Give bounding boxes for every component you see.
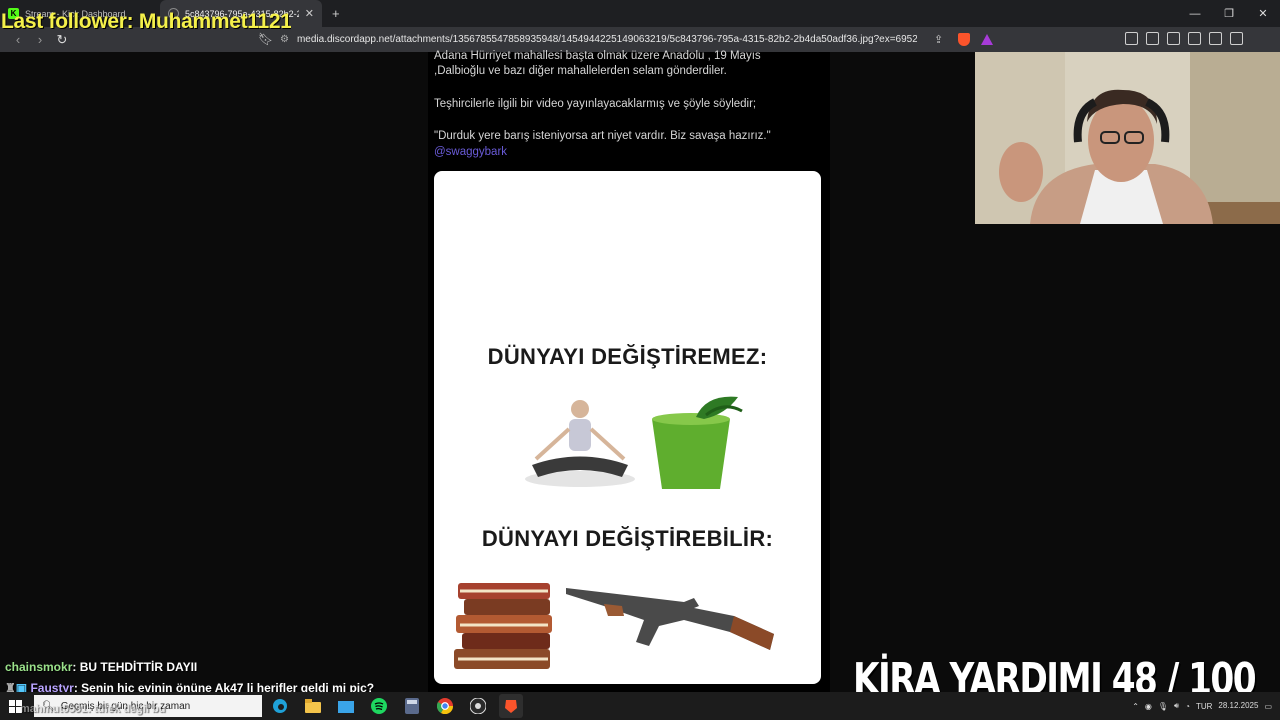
tweet-line: Adana Hürriyet mahallesi başta olmak üze… [434,50,761,62]
window-controls: — ❐ ✕ [1178,0,1280,27]
url-text: media.discordapp.net/attachments/1356785… [296,34,917,45]
chat-message: mahmut0591: tüfek değil bu [20,703,166,715]
brave-icon[interactable] [499,694,523,718]
meme-heading: DÜNYAYI DEĞİŞTİREBİLİR: [481,526,774,551]
browser-toolbar [1125,32,1243,45]
bookmark-icon[interactable]: 🔖︎ [258,32,273,46]
tweet-handle: @swaggybark [434,146,508,158]
obs-icon[interactable] [466,694,490,718]
close-tab-icon[interactable]: ✕ [305,7,314,20]
store-icon[interactable] [334,694,358,718]
chevron-up-icon[interactable]: ⌃ [1132,702,1139,711]
network-icon[interactable]: ◉ [1145,702,1152,711]
tweet-line: Teşhircilerle ilgili bir video yayınlaya… [434,98,757,110]
green-smoothie-illustration [652,396,743,489]
chat-username[interactable]: chainsmokr [5,660,72,674]
meme-heading: DÜNYAYI DEĞİŞTİREMEZ: [487,344,768,369]
spotify-icon[interactable] [367,694,391,718]
rifle-illustration [566,588,774,650]
webcam-feed [975,52,1280,224]
new-tab-button[interactable]: + [332,6,340,21]
wallet-icon[interactable] [1146,32,1159,45]
tweet-line: ,Dalbioğlu ve bazı diğer mahallelerden s… [434,65,727,77]
extensions-icon[interactable] [1125,32,1138,45]
close-window-button[interactable]: ✕ [1246,0,1280,27]
books-illustration [454,583,552,669]
wifi-icon[interactable]: ◔ [1185,702,1190,711]
minimize-button[interactable]: — [1178,0,1212,27]
site-info-icon[interactable]: ⚙ [280,34,289,45]
last-follower-overlay: Last follower: Muhammet1121 [1,10,291,33]
taskbar-apps [268,694,523,718]
tweet-line: "Durduk yere barış isteniyorsa art niyet… [434,130,771,142]
chat-username[interactable]: mahmut0591 [20,703,87,715]
edge-icon[interactable] [268,694,292,718]
chat-text: BU TEHDİTTİR DAYII [79,660,198,674]
brave-shield-icon[interactable] [958,33,970,46]
restore-button[interactable]: ❐ [1212,0,1246,27]
lang-indicator[interactable]: TUR [1196,702,1212,711]
leo-icon[interactable] [1188,32,1201,45]
chat-message: chainsmokr: BU TEHDİTTİR DAYII [5,660,198,674]
date-text: 28.12.2025 [1218,701,1259,710]
meme-image: DÜNYAYI DEĞİŞTİREMEZ: DÜNYAYI DEĞİŞTİREB… [434,171,821,684]
clock[interactable]: 28.12.2025 [1218,701,1258,711]
screen: K Stream - Kick Dashboard 5c843796-795a-… [0,0,1280,720]
chat-text: tüfek değil bu [94,703,166,715]
notifications-icon[interactable]: ▭ [1264,702,1272,711]
brave-rewards-icon[interactable] [981,34,993,45]
sidebar-icon[interactable] [1167,32,1180,45]
vpn-icon[interactable] [1209,32,1222,45]
folder-icon[interactable] [301,694,325,718]
system-tray: ⌃ ◉ 🎙︎ 🔊︎ ◔ TUR 28.12.2025 ▭ [1132,692,1272,720]
meditating-person-illustration [525,400,635,487]
menu-icon[interactable] [1230,32,1243,45]
mic-icon[interactable]: 🎙︎ [1158,702,1168,711]
url-field[interactable]: ⚙ media.discordapp.net/attachments/13567… [280,30,950,49]
calculator-icon[interactable] [400,694,424,718]
share-icon[interactable]: ⇪ [934,33,943,46]
volume-icon[interactable]: 🔊︎ [1174,701,1179,711]
chrome-icon[interactable] [433,694,457,718]
